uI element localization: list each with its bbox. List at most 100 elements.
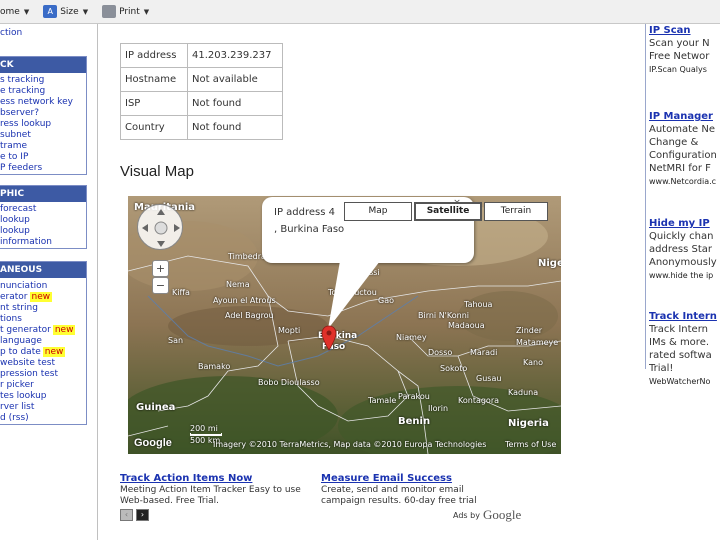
ads-prev-button[interactable]: ‹ bbox=[120, 509, 133, 521]
sidebar-link[interactable]: tes lookup bbox=[0, 391, 86, 402]
ad-title-link[interactable]: Track Action Items Now bbox=[120, 473, 316, 484]
map-label-niger: Nige bbox=[538, 258, 561, 269]
sidebar-link[interactable]: lookup bbox=[0, 215, 86, 226]
sidebar-link[interactable]: language bbox=[0, 336, 86, 347]
right-ad-title-link[interactable]: Hide my IP bbox=[649, 217, 720, 230]
ads-by-google[interactable]: Ads by Google bbox=[453, 507, 521, 523]
size-label: Size bbox=[60, 6, 79, 17]
map-label-bamako: Bamako bbox=[198, 362, 231, 371]
sidebar-link[interactable]: e to IP bbox=[0, 152, 86, 163]
right-ad-block: IP Manager Automate Ne Change & Configur… bbox=[649, 110, 720, 188]
printer-icon bbox=[102, 5, 117, 18]
sidebar-link-label: website test bbox=[0, 358, 56, 368]
google-logo-text: Google bbox=[482, 507, 522, 522]
terms-of-use-link[interactable]: Terms of Use bbox=[505, 440, 556, 449]
sidebar-link[interactable]: nunciation bbox=[0, 281, 86, 292]
home-menu[interactable]: ome ▼ bbox=[0, 7, 29, 17]
ads-next-button[interactable]: › bbox=[136, 509, 149, 521]
right-ad-text: Anonymously bbox=[649, 257, 717, 268]
scale-miles: 200 mi bbox=[190, 424, 218, 433]
browser-toolbar: ome ▼ A Size ▼ Print ▼ bbox=[0, 0, 720, 24]
sidebar-link[interactable]: s tracking bbox=[0, 75, 86, 86]
ad-text: Meeting Action Item Tracker Easy to use bbox=[120, 485, 301, 495]
sidebar-link[interactable]: forecast bbox=[0, 204, 86, 215]
map-pan-control[interactable] bbox=[137, 204, 183, 250]
table-row: Country Not found bbox=[120, 115, 283, 140]
sidebar-link[interactable]: information bbox=[0, 237, 86, 248]
right-ad-text: Track Intern bbox=[649, 324, 708, 335]
sidebar-link[interactable]: subnet bbox=[0, 130, 86, 141]
sidebar-link[interactable]: nt string bbox=[0, 303, 86, 314]
chevron-down-icon: ▼ bbox=[23, 7, 30, 16]
sidebar-link[interactable]: bserver? bbox=[0, 108, 86, 119]
new-badge: new bbox=[52, 325, 76, 335]
map-type-terrain-button[interactable]: Terrain bbox=[484, 202, 548, 221]
right-ad-url[interactable]: WebWatcherNo bbox=[649, 375, 720, 388]
right-ad-title-link[interactable]: Track Intern bbox=[649, 310, 720, 323]
sidebar-link-label: nt string bbox=[0, 303, 38, 313]
sidebar-link[interactable]: lookup bbox=[0, 226, 86, 237]
map-label-niamey: Niamey bbox=[396, 333, 427, 342]
right-ad-title-link[interactable]: IP Manager bbox=[649, 110, 720, 123]
map-type-map-button[interactable]: Map bbox=[344, 202, 412, 221]
sidebar-link[interactable]: erator new bbox=[0, 292, 86, 303]
new-badge: new bbox=[42, 347, 66, 357]
ad-text: campaign results. 60-day free trial bbox=[321, 496, 477, 506]
hostname-value: Not available bbox=[187, 67, 283, 92]
isp-label: ISP bbox=[120, 91, 188, 116]
map-label-guinea: Guinea bbox=[136, 402, 176, 413]
map-label-matameye: Matameye bbox=[516, 338, 559, 347]
sidebar-section-miscellaneous: ANEOUS nunciation erator new nt string tions… bbox=[0, 261, 87, 425]
sidebar-link[interactable]: rver list bbox=[0, 402, 86, 413]
sidebar-link[interactable]: d (rss) bbox=[0, 413, 86, 424]
sidebar-link-label: erator bbox=[0, 292, 28, 302]
right-ad-url[interactable]: IP.Scan Qualys bbox=[649, 63, 720, 76]
sidebar-link[interactable]: ction bbox=[0, 28, 87, 39]
sidebar-link[interactable]: P feeders bbox=[0, 163, 86, 174]
sidebar-link[interactable]: ess network key bbox=[0, 97, 86, 108]
sidebar-link[interactable]: p to date new bbox=[0, 347, 86, 358]
sidebar-link[interactable]: e tracking bbox=[0, 86, 86, 97]
map-marker-icon[interactable] bbox=[321, 325, 337, 351]
sidebar-link[interactable]: tions bbox=[0, 314, 86, 325]
map-label-dosso: Dosso bbox=[428, 348, 453, 357]
sidebar-link-label: tions bbox=[0, 314, 22, 324]
sidebar-link-label: pression test bbox=[0, 369, 58, 379]
info-window-line2: , Burkina Faso bbox=[274, 224, 345, 235]
sidebar-link-label: language bbox=[0, 336, 42, 346]
sidebar-section-header: PHIC bbox=[0, 186, 86, 202]
sidebar-link-label: d (rss) bbox=[0, 413, 29, 423]
country-label: Country bbox=[120, 115, 188, 140]
map-label-parakou: Parakou bbox=[398, 392, 430, 401]
visual-map-title: Visual Map bbox=[120, 163, 194, 180]
sidebar-link[interactable]: ress lookup bbox=[0, 119, 86, 130]
sidebar-misc-list: nunciation erator new nt string tions t gener… bbox=[0, 278, 86, 424]
zoom-out-button[interactable]: − bbox=[152, 277, 169, 294]
ad-title-link[interactable]: Measure Email Success bbox=[321, 473, 511, 484]
map-label-gusau: Gusau bbox=[476, 374, 502, 383]
right-ad-text: NetMRI for F bbox=[649, 163, 711, 174]
sidebar-link[interactable]: website test bbox=[0, 358, 86, 369]
ad-text: Web-based. Free Trial. bbox=[120, 496, 219, 506]
sidebar-section-header: ANEOUS bbox=[0, 262, 86, 278]
sidebar-link[interactable]: pression test bbox=[0, 369, 86, 380]
sidebar-link[interactable]: r picker bbox=[0, 380, 86, 391]
right-ad-text: Automate Ne bbox=[649, 124, 715, 135]
google-map-logo[interactable]: Google bbox=[134, 437, 178, 451]
left-sidebar: ction CK s tracking e tracking ess netwo… bbox=[0, 24, 87, 540]
ip-address-label: IP address bbox=[120, 43, 188, 68]
sidebar-link[interactable]: t generator new bbox=[0, 325, 86, 336]
map-label-benin: Benin bbox=[398, 416, 431, 427]
right-ad-title-link[interactable]: IP Scan bbox=[649, 24, 720, 37]
text-size-icon: A bbox=[43, 5, 58, 18]
right-ad-url[interactable]: www.hide the ip bbox=[649, 269, 720, 282]
print-menu[interactable]: Print ▼ bbox=[102, 5, 149, 18]
map-label-nema: Nema bbox=[226, 280, 250, 289]
size-menu[interactable]: A Size ▼ bbox=[43, 5, 88, 18]
zoom-in-button[interactable]: + bbox=[152, 260, 169, 277]
chevron-down-icon: ▼ bbox=[143, 7, 150, 16]
map-type-satellite-button[interactable]: Satellite bbox=[414, 202, 482, 221]
right-ad-url[interactable]: www.Netcordia.c bbox=[649, 175, 720, 188]
sidebar-link[interactable]: trame bbox=[0, 141, 86, 152]
sidebar-link-label: rver list bbox=[0, 402, 35, 412]
